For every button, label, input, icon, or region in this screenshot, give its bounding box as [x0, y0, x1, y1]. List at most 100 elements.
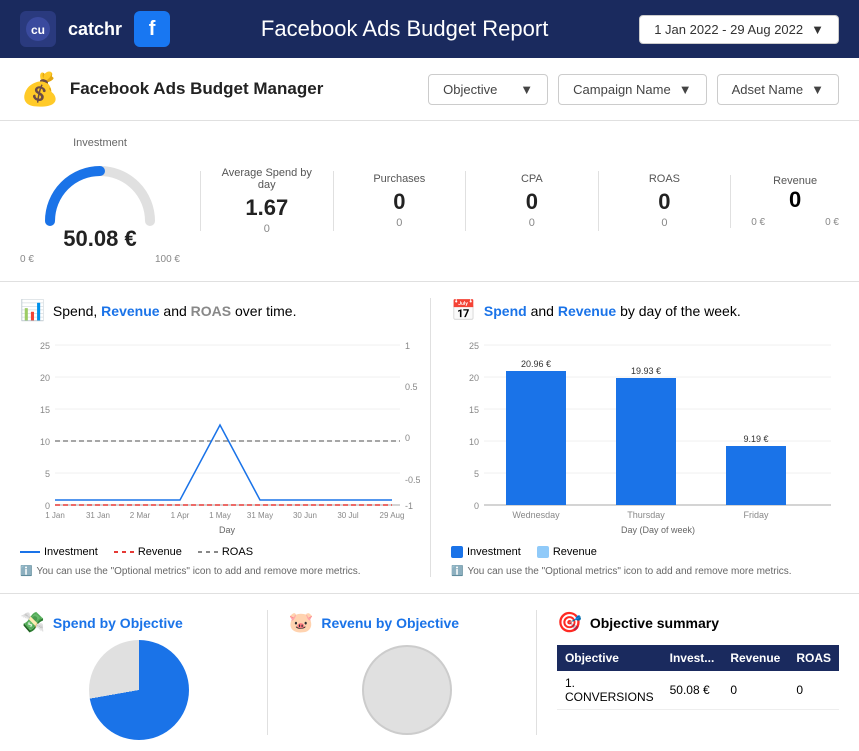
svg-text:20: 20	[40, 373, 50, 383]
svg-text:0: 0	[405, 433, 410, 443]
revenue-obj-label: Revenu by Objective	[321, 615, 459, 631]
chart2-investment-label: Investment	[467, 546, 521, 558]
cell-roas: 0	[788, 671, 839, 710]
svg-text:0.5: 0.5	[405, 382, 418, 392]
roas-value: 0	[619, 189, 711, 215]
chart1-title-prefix: Spend,	[53, 303, 101, 319]
svg-text:0: 0	[474, 501, 479, 511]
legend-revenue: Revenue	[114, 546, 182, 558]
revenue-range: 0 € 0 €	[751, 217, 839, 228]
col-objective: Objective	[557, 645, 662, 671]
date-range-text: 1 Jan 2022 - 29 Aug 2022	[654, 22, 803, 37]
obj-summary-label: Objective summary	[590, 615, 719, 631]
filter-dropdowns: Objective ▼ Campaign Name ▼ Adset Name ▼	[428, 74, 839, 105]
legend-roas: ROAS	[198, 546, 253, 558]
investment-legend-square	[451, 546, 463, 558]
chart1-middle: and	[160, 303, 191, 319]
roas-sub: 0	[619, 217, 711, 229]
chart2-legend: Investment Revenue	[451, 546, 841, 558]
chart2-revenue-word: Revenue	[558, 303, 616, 319]
sub-header: 💰 Facebook Ads Budget Manager Objective …	[0, 58, 859, 121]
svg-text:cu: cu	[31, 23, 45, 37]
avg-spend-label: Average Spend by day	[221, 167, 313, 191]
chart1-revenue-word: Revenue	[101, 303, 159, 319]
svg-text:15: 15	[40, 405, 50, 415]
chart1-title-text: Spend, Revenue and ROAS over time.	[53, 303, 297, 319]
svg-text:25: 25	[40, 341, 50, 351]
adset-name-dropdown[interactable]: Adset Name ▼	[717, 74, 839, 105]
gauge-range: 0 € 100 €	[20, 254, 180, 265]
svg-text:15: 15	[469, 405, 479, 415]
spend-pie-chart	[89, 640, 189, 740]
chart2-svg: 25 20 15 10 5 0 20.96 €	[451, 335, 841, 535]
spend-by-day-chart: 📅 Spend and Revenue by day of the week. …	[430, 298, 841, 577]
kpi-divider-3	[465, 171, 466, 231]
chart2-info-text: You can use the "Optional metrics" icon …	[467, 566, 791, 577]
spend-by-objective-section: 💸 Spend by Objective	[20, 610, 257, 735]
facebook-icon: f	[134, 11, 170, 47]
campaign-name-dropdown[interactable]: Campaign Name ▼	[558, 74, 706, 105]
chart1-info-text: You can use the "Optional metrics" icon …	[36, 566, 360, 577]
roas-legend-line	[198, 551, 218, 553]
page-subtitle: Facebook Ads Budget Manager	[70, 79, 323, 99]
chart1-roas-word: ROAS	[191, 303, 231, 319]
svg-text:31 Jan: 31 Jan	[86, 511, 110, 520]
svg-text:1 Jan: 1 Jan	[45, 511, 65, 520]
svg-text:2 Mar: 2 Mar	[130, 511, 151, 520]
chart1-svg: 25 20 15 10 5 0 1 0.5 0 -0.5 -1 1 Jan 31…	[20, 335, 420, 535]
svg-text:1 May: 1 May	[209, 511, 231, 520]
page-title-area: 💰 Facebook Ads Budget Manager	[20, 70, 412, 108]
kpi-divider-2	[333, 171, 334, 231]
chart2-icon: 📅	[451, 298, 476, 323]
revenue-range-right: 0 €	[825, 217, 839, 228]
chart1-icon: 📊	[20, 298, 45, 323]
date-range-button[interactable]: 1 Jan 2022 - 29 Aug 2022 ▼	[639, 15, 839, 44]
svg-text:Day (Day of week): Day (Day of week)	[621, 525, 695, 535]
revenue-by-obj-chart	[288, 645, 525, 735]
chart1-suffix: over time.	[231, 303, 296, 319]
obj-summary-title: 🎯 Objective summary	[557, 610, 839, 635]
svg-text:Wednesday: Wednesday	[512, 510, 560, 520]
wednesday-bar	[506, 371, 566, 505]
avg-spend-kpi: Average Spend by day 1.67 0	[221, 167, 313, 235]
svg-text:10: 10	[40, 437, 50, 447]
chart2-revenue-label: Revenue	[553, 546, 597, 558]
bottom-row: 💸 Spend by Objective 🐷 Revenu by Objecti…	[0, 594, 859, 751]
spend-by-obj-chart	[20, 645, 257, 735]
svg-text:9.19 €: 9.19 €	[743, 434, 768, 444]
col-invest: Invest...	[662, 645, 723, 671]
objective-dropdown[interactable]: Objective ▼	[428, 74, 548, 105]
chart2-title-text: Spend and Revenue by day of the week.	[484, 303, 741, 319]
date-range-chevron: ▼	[811, 22, 824, 37]
revenue-range-left: 0 €	[751, 217, 765, 228]
kpi-section: Investment 50.08 € 0 € 100 € Average Spe…	[0, 121, 859, 282]
roas-kpi: ROAS 0 0	[619, 173, 711, 229]
svg-text:Thursday: Thursday	[627, 510, 665, 520]
revenue-obj-title: 🐷 Revenu by Objective	[288, 610, 525, 635]
chart1-info: ℹ️ You can use the "Optional metrics" ic…	[20, 566, 420, 577]
revenue-label: Revenue	[751, 175, 839, 187]
svg-text:31 May: 31 May	[247, 511, 273, 520]
col-roas: ROAS	[788, 645, 839, 671]
table-body: 1. CONVERSIONS 50.08 € 0 0	[557, 671, 839, 710]
spend-obj-icon: 💸	[20, 610, 45, 635]
header-logo-area: cu catchr f	[20, 11, 170, 47]
cell-invest: 50.08 €	[662, 671, 723, 710]
investment-legend-label: Investment	[44, 546, 98, 558]
svg-text:19.93 €: 19.93 €	[631, 366, 661, 376]
investment-gauge: Investment 50.08 € 0 € 100 €	[20, 137, 180, 265]
revenue-legend-square	[537, 546, 549, 558]
chart2-area: 25 20 15 10 5 0 20.96 €	[451, 335, 841, 540]
cpa-kpi: CPA 0 0	[486, 173, 578, 229]
avg-spend-value: 1.67	[221, 195, 313, 221]
chart2-info: ℹ️ You can use the "Optional metrics" ic…	[451, 566, 841, 577]
avg-spend-sub: 0	[221, 223, 313, 235]
spend-revenue-roas-chart: 📊 Spend, Revenue and ROAS over time. 25 …	[20, 298, 420, 577]
col-revenue: Revenue	[722, 645, 788, 671]
revenue-pie-chart	[362, 645, 452, 735]
chart2-legend-investment: Investment	[451, 546, 521, 558]
table-header-row: Objective Invest... Revenue ROAS	[557, 645, 839, 671]
svg-text:5: 5	[45, 469, 50, 479]
charts-row: 📊 Spend, Revenue and ROAS over time. 25 …	[0, 282, 859, 594]
cell-revenue: 0	[722, 671, 788, 710]
